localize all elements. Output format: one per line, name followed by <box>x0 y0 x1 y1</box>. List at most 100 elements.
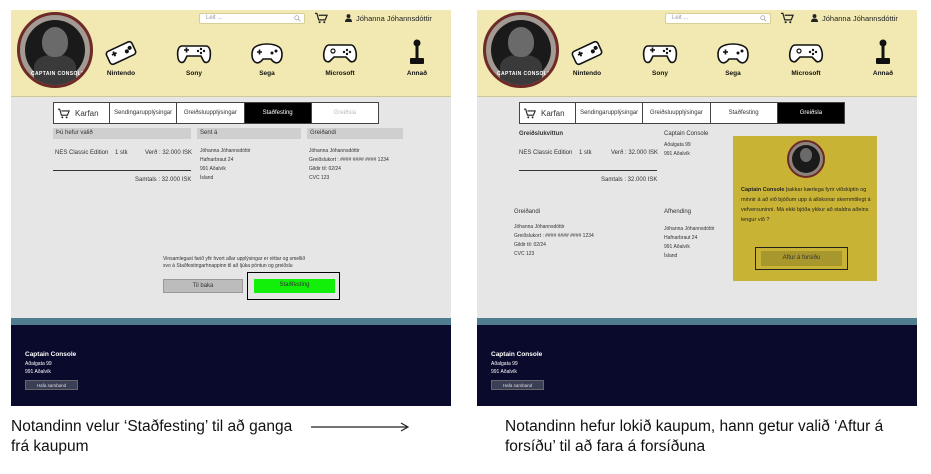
confirm-notice: Vinsamlegast farið yfir hvort allar uppl… <box>163 256 306 262</box>
step-cart[interactable]: Karfan <box>520 103 576 123</box>
logo-text: CAPTAIN CONSOLE <box>31 71 85 77</box>
header-divider <box>477 96 917 97</box>
order-total: Samtals : 32.000 ISK <box>135 177 192 183</box>
shop-line: 991 Aðalvík <box>664 151 690 157</box>
brand-sony[interactable]: Sony <box>630 38 690 77</box>
brand-sega[interactable]: Sega <box>703 38 763 77</box>
shop-line: Captain Console <box>664 131 709 137</box>
sega-controller-icon <box>717 43 749 64</box>
payer-line: CVC 123 <box>514 251 535 257</box>
chosen-header: Þú hefur valið <box>53 128 191 139</box>
brand-other[interactable]: Annað <box>853 38 913 77</box>
total-divider <box>53 170 191 171</box>
total-divider <box>519 170 657 171</box>
footer-address: Aðalgata 99 <box>25 361 52 367</box>
footer-address: Aðalgata 99 <box>491 361 518 367</box>
brand-microsoft[interactable]: Microsoft <box>310 38 370 77</box>
sega-controller-icon <box>251 43 283 64</box>
delivery-line: Jóhanna Jóhannsdóttir <box>664 226 715 232</box>
playstation-controller-icon <box>642 45 678 64</box>
step-cart-label: Karfan <box>541 108 565 118</box>
caption-right: Notandinn hefur lokið kaupum, hann getur… <box>505 418 884 455</box>
brand-microsoft[interactable]: Microsoft <box>776 38 836 77</box>
joystick-icon <box>410 39 424 64</box>
receipt-screen: CAPTAIN CONSOLE Leit ... Jóhanna Jóhanns… <box>477 10 917 406</box>
step-payment-info[interactable]: Greiðsluupplýsingar <box>643 103 711 123</box>
footer: Captain Console Aðalgata 99 991 Aðalvík … <box>11 325 451 406</box>
header: CAPTAIN CONSOLE Leit ... Jóhanna Jóhanns… <box>11 10 451 96</box>
brand-other[interactable]: Annað <box>387 38 447 77</box>
brand-sony[interactable]: Sony <box>164 38 224 77</box>
thank-you-message: Captain Console þakkar kærlega fyrir við… <box>741 185 873 225</box>
footer-title: Captain Console <box>491 351 543 358</box>
footer-city: 991 Aðalvík <box>491 369 517 375</box>
product-name: NES Classic Edition <box>55 150 109 156</box>
sent-line: 991 Aðalvík <box>200 166 226 172</box>
cart-icon <box>524 108 536 118</box>
captain-console-logo[interactable]: CAPTAIN CONSOLE <box>17 12 93 88</box>
confirm-button[interactable]: Staðfesting <box>254 279 335 293</box>
sent-line: Jóhanna Jóhannsdóttir <box>200 148 251 154</box>
playstation-controller-icon <box>176 45 212 64</box>
product-qty: 1 stk <box>115 150 128 156</box>
payer-line: Gildir til: 02/24 <box>514 242 546 248</box>
search-placeholder: Leit ... <box>206 15 223 21</box>
step-shipping[interactable]: Sendingarupplýsingar <box>110 103 178 123</box>
captain-console-logo <box>787 140 825 178</box>
delivery-line: 991 Aðalvík <box>664 244 690 250</box>
payer-line: Jóhanna Jóhannsdóttir <box>514 224 565 230</box>
step-cart[interactable]: Karfan <box>54 103 110 123</box>
brand-label: Nintendo <box>572 70 602 77</box>
user-name[interactable]: Jóhanna Jóhannsdóttir <box>356 14 432 23</box>
search-icon[interactable] <box>294 15 301 22</box>
sent-line: Ísland <box>200 175 214 181</box>
step-payment-info[interactable]: Greiðsluupplýsingar <box>177 103 245 123</box>
brand-label: Sega <box>259 70 275 77</box>
logo-text: CAPTAIN CONSOLE <box>497 71 551 77</box>
user-name[interactable]: Jóhanna Jóhannsdóttir <box>822 14 898 23</box>
receipt-title: Greiðslukvittun <box>519 131 564 137</box>
user-icon[interactable] <box>811 14 818 22</box>
sent-to-header: Sent á <box>197 128 301 139</box>
xbox-controller-icon <box>788 44 824 63</box>
product-price: Verð : 32.000 ISK <box>145 150 193 156</box>
brand-label: Sony <box>652 70 668 77</box>
footer-stripe <box>477 318 917 325</box>
contact-button[interactable]: Hafa samband <box>491 380 544 390</box>
back-button[interactable]: Til baka <box>163 279 243 293</box>
delivery-line: Ísland <box>664 253 678 259</box>
product-name: NES Classic Edition <box>519 150 573 156</box>
shop-line: Aðalgata 99 <box>664 142 691 148</box>
step-cart-label: Karfan <box>75 108 99 118</box>
brand-label: Sega <box>725 70 741 77</box>
thank-you-brand: Captain Console <box>741 187 785 193</box>
delivery-title: Afhending <box>664 209 692 215</box>
user-icon[interactable] <box>345 14 352 22</box>
brand-nintendo[interactable]: Nintendo <box>91 38 151 77</box>
contact-button[interactable]: Hafa samband <box>25 380 78 390</box>
product-qty: 1 stk <box>579 150 592 156</box>
header-divider <box>11 96 451 97</box>
step-shipping[interactable]: Sendingarupplýsingar <box>576 103 644 123</box>
product-price: Verð : 32.000 ISK <box>611 150 659 156</box>
thank-you-panel: Captain Console þakkar kærlega fyrir við… <box>733 136 877 281</box>
captain-console-logo[interactable]: CAPTAIN CONSOLE <box>483 12 559 88</box>
caption-left: Notandinn velur ‘Staðfesting’ til að gan… <box>11 418 293 455</box>
cart-icon[interactable] <box>781 12 794 24</box>
search-icon[interactable] <box>760 15 767 22</box>
cart-icon[interactable] <box>315 12 328 24</box>
footer-city: 991 Aðalvík <box>25 369 51 375</box>
step-confirmation[interactable]: Staðfesting <box>711 103 778 123</box>
footer: Captain Console Aðalgata 99 991 Aðalvík … <box>477 325 917 406</box>
cart-icon <box>58 108 70 118</box>
search-input[interactable]: Leit ... <box>199 13 305 24</box>
payer-line: Greiðslukort : #### #### #### 1234 <box>309 157 389 163</box>
footer-stripe <box>11 318 451 325</box>
search-input[interactable]: Leit ... <box>665 13 771 24</box>
brand-sega[interactable]: Sega <box>237 38 297 77</box>
back-to-home-button[interactable]: Aftur á forsíðu <box>761 251 842 266</box>
step-confirmation[interactable]: Staðfesting <box>244 103 312 123</box>
brand-nintendo[interactable]: Nintendo <box>557 38 617 77</box>
payer-title: Greiðandi <box>514 209 541 215</box>
brand-label: Annað <box>872 70 894 77</box>
